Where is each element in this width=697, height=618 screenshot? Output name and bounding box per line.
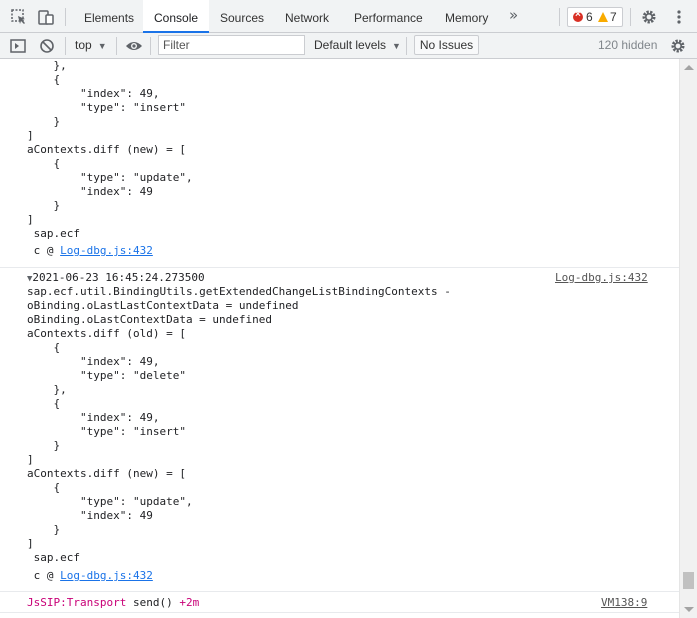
tab-console[interactable]: Console [143, 0, 210, 33]
log-levels-label: Default levels [314, 38, 387, 52]
divider [116, 37, 117, 55]
divider [559, 8, 560, 26]
hidden-messages-count: 120 hidden [598, 38, 658, 52]
log-line: { [27, 397, 61, 410]
log-line: aContexts.diff (new) = [ [27, 467, 186, 480]
log-line: "type": "update", [27, 495, 193, 508]
log-line: sap.ecf.util.BindingUtils.getExtendedCha… [27, 285, 451, 298]
log-line: oBinding.oLastLastContextData = undefine… [27, 299, 299, 312]
log-header[interactable]: ▼2021-06-23 16:45:24.273500 [27, 271, 205, 285]
log-line: { [27, 481, 61, 494]
call-stack-line: c @ Log-dbg.js:432 [27, 569, 153, 583]
tab-network[interactable]: Network [283, 0, 331, 32]
error-count: 6 [586, 10, 593, 24]
log-line: }, [27, 383, 67, 396]
error-icon [573, 9, 583, 22]
log-line: } [27, 115, 61, 128]
more-tabs-button[interactable]: » [509, 6, 518, 24]
log-line: } [27, 199, 61, 212]
log-line: "type": "delete" [27, 369, 186, 382]
tab-sources[interactable]: Sources [218, 0, 266, 32]
log-line: aContexts.diff (new) = [ [27, 143, 186, 156]
log-line: "index": 49, [27, 87, 160, 100]
divider [65, 37, 66, 55]
log-line: } [27, 523, 61, 536]
message-divider [0, 612, 679, 613]
log-line: { [27, 341, 61, 354]
device-toolbar-icon[interactable] [37, 8, 55, 26]
log-line: }, [27, 59, 67, 72]
tab-memory[interactable]: Memory [443, 0, 490, 32]
message-divider [0, 267, 679, 268]
log-line: aContexts.diff (old) = [ [27, 327, 186, 340]
source-link[interactable]: Log-dbg.js:432 [555, 271, 648, 285]
warning-icon [598, 12, 608, 22]
log-line: "index": 49, [27, 355, 160, 368]
log-line: JsSIP:Transport send() +2m [27, 596, 199, 610]
log-line: "index": 49 [27, 185, 153, 198]
tab-elements[interactable]: Elements [82, 0, 136, 32]
log-line: "type": "insert" [27, 425, 186, 438]
log-line: ] [27, 129, 34, 142]
log-line: } [27, 439, 61, 452]
issues-counter[interactable]: 6 7 [567, 7, 623, 27]
scroll-up-arrow-icon[interactable] [684, 65, 694, 70]
call-stack-line: c @ Log-dbg.js:432 [27, 244, 153, 258]
context-selector[interactable]: top ▼ [75, 38, 107, 52]
sidebar-toggle-icon[interactable] [9, 37, 27, 55]
log-line: "type": "update", [27, 171, 193, 184]
log-line: "index": 49, [27, 411, 160, 424]
eye-icon[interactable] [125, 37, 143, 55]
log-line: { [27, 157, 61, 170]
log-line: ] [27, 453, 34, 466]
scrollbar-thumb[interactable] [683, 572, 694, 589]
source-link[interactable]: VM138:9 [601, 596, 647, 610]
kebab-menu-icon[interactable] [670, 8, 688, 26]
log-line: sap.ecf [27, 551, 80, 564]
divider [630, 8, 631, 26]
log-line: "index": 49 [27, 509, 153, 522]
log-delta: +2m [179, 596, 200, 609]
log-line: ] [27, 213, 34, 226]
log-line: "type": "insert" [27, 101, 186, 114]
inspect-element-icon[interactable] [10, 8, 28, 26]
dropdown-arrow-icon: ▼ [97, 41, 107, 51]
log-levels-dropdown[interactable]: Default levels ▼ [314, 38, 401, 52]
log-line: oBinding.oLastContextData = undefined [27, 313, 273, 326]
source-link[interactable]: Log-dbg.js:432 [60, 569, 153, 582]
log-tag: JsSIP:Transport [27, 596, 127, 609]
clear-console-icon[interactable] [38, 37, 56, 55]
log-timestamp: 2021-06-23 16:45:24.273500 [32, 271, 205, 284]
scroll-down-arrow-icon[interactable] [684, 607, 694, 612]
console-toolbar: top ▼ Default levels ▼ No Issues 120 hidde… [0, 33, 697, 59]
log-text: send() [126, 596, 180, 609]
console-messages: }, { "index": 49, "type": "insert" } ] a… [0, 59, 679, 618]
message-divider [0, 591, 679, 592]
context-label: top [75, 38, 92, 52]
console-scrollbar[interactable] [679, 59, 697, 618]
log-line: { [27, 73, 61, 86]
source-link[interactable]: Log-dbg.js:432 [60, 244, 153, 257]
caller-prefix: c @ [27, 244, 61, 257]
dropdown-arrow-icon: ▼ [392, 41, 401, 51]
log-line: sap.ecf [27, 227, 80, 240]
tab-performance[interactable]: Performance [352, 0, 425, 32]
gear-icon[interactable] [640, 8, 658, 26]
divider [150, 37, 151, 55]
filter-input[interactable] [158, 35, 305, 55]
log-line: ] [27, 537, 34, 550]
no-issues-button[interactable]: No Issues [414, 35, 479, 55]
caller-prefix: c @ [27, 569, 61, 582]
divider [406, 37, 407, 55]
gear-icon[interactable] [669, 37, 687, 55]
devtools-tabbar: Elements Console Sources Network Perform… [0, 0, 697, 33]
divider [65, 8, 66, 26]
warning-count: 7 [610, 10, 617, 24]
